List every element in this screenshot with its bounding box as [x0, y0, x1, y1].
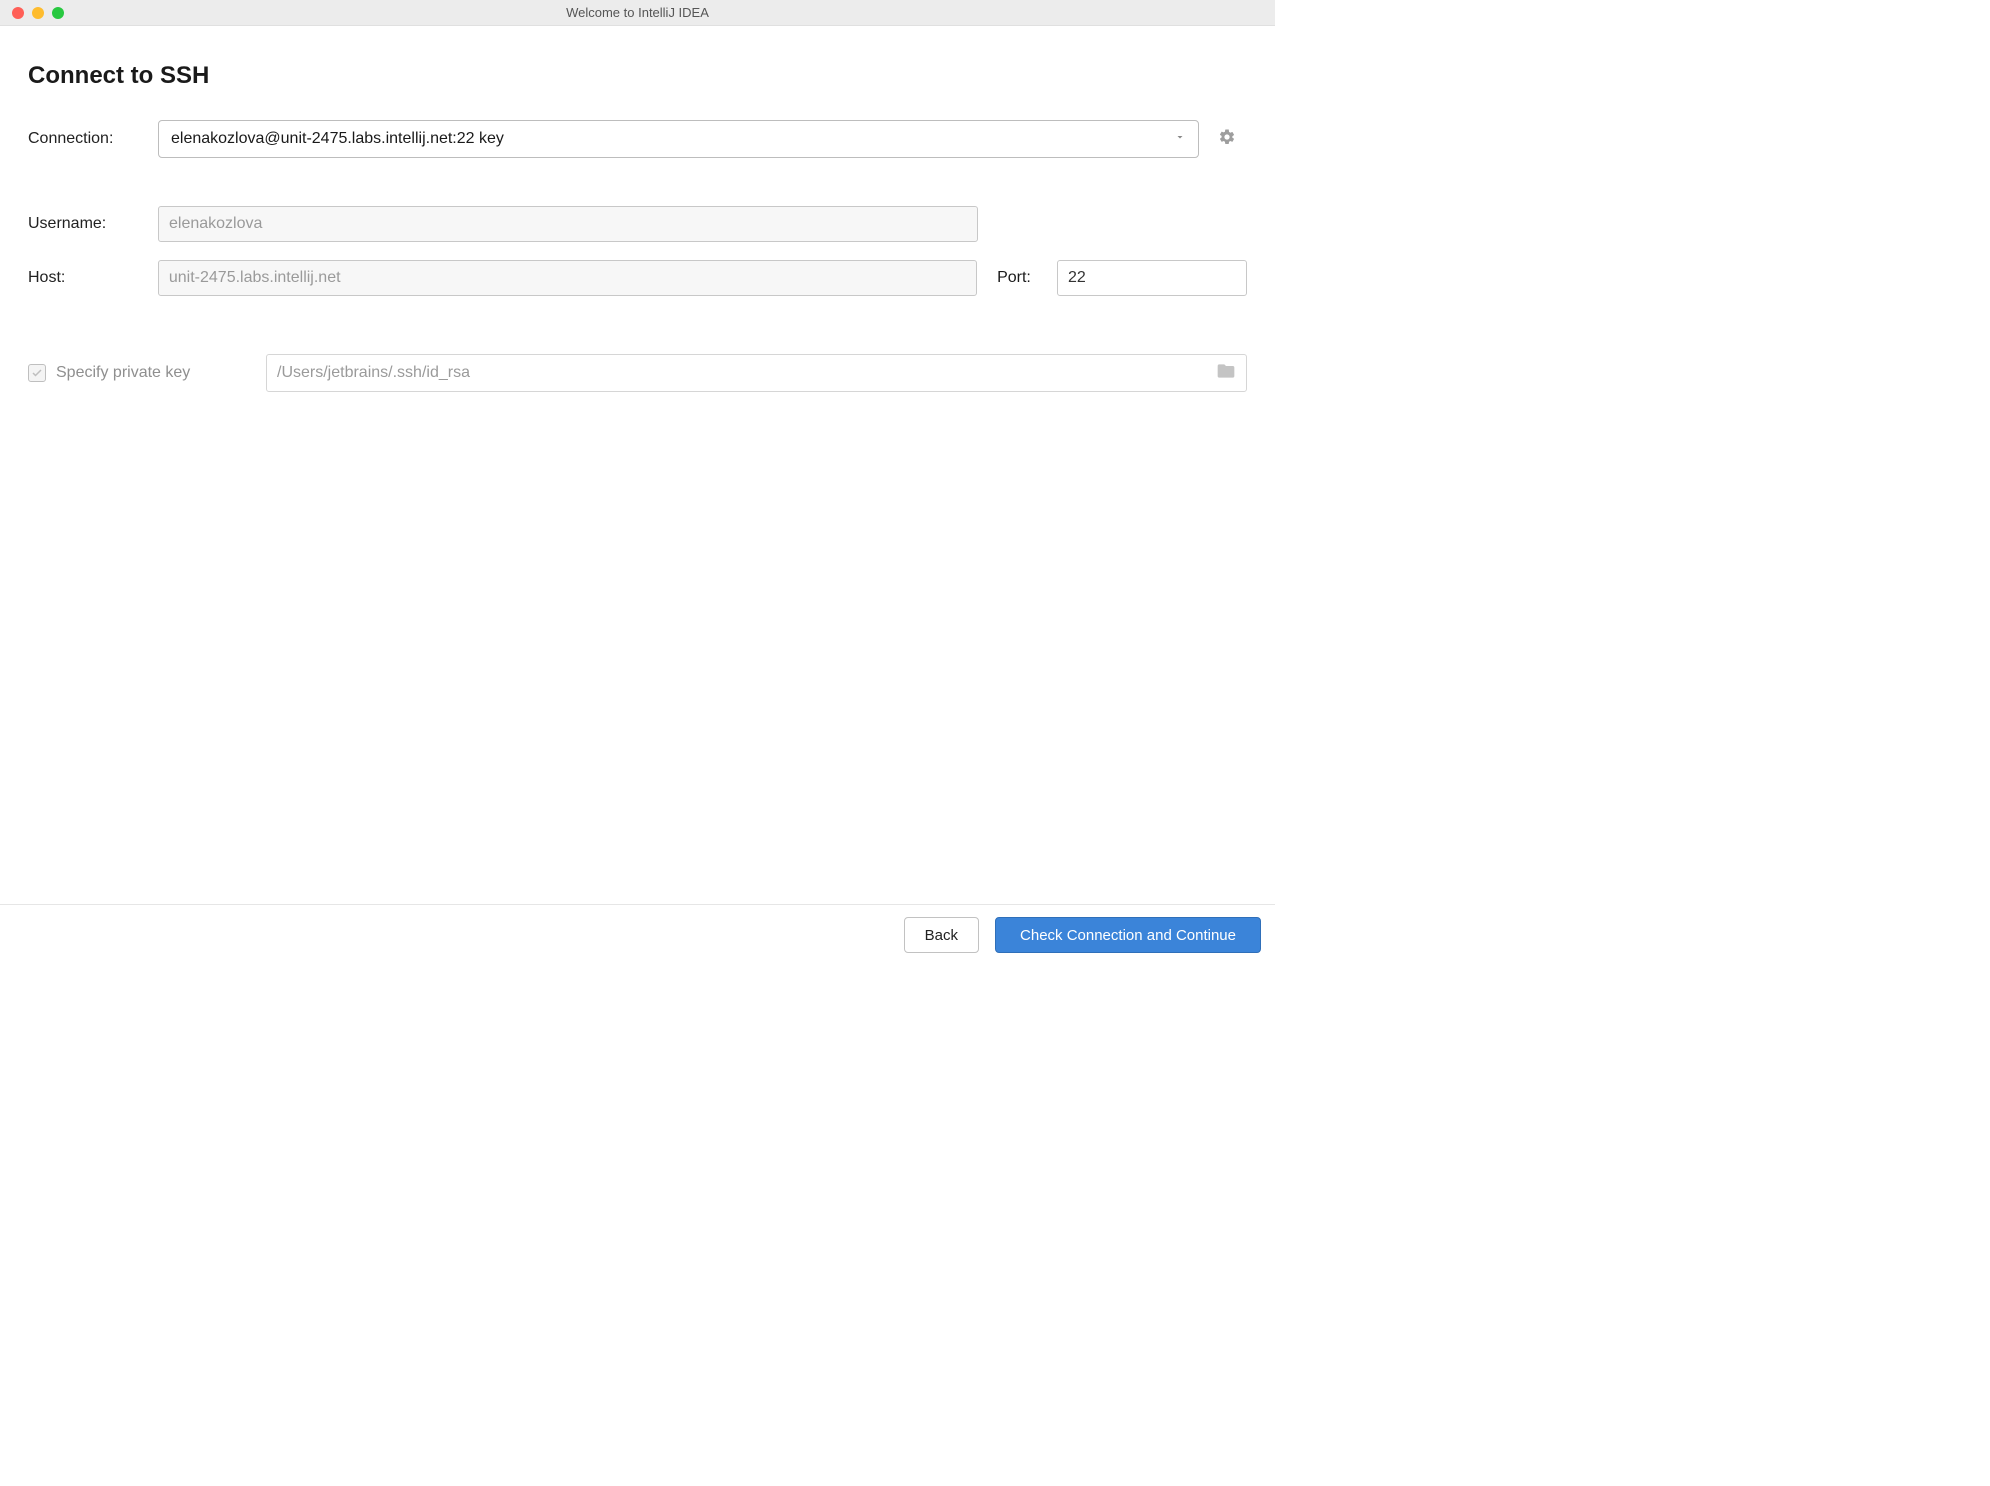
port-input[interactable]	[1057, 260, 1247, 296]
window-maximize-button[interactable]	[52, 7, 64, 19]
footer-buttons: Back Check Connection and Continue	[0, 904, 1275, 953]
window-close-button[interactable]	[12, 7, 24, 19]
connection-label: Connection:	[28, 130, 158, 148]
page-title: Connect to SSH	[28, 62, 1247, 90]
host-label: Host:	[28, 269, 158, 287]
private-key-label: Specify private key	[56, 364, 266, 382]
port-label: Port:	[997, 269, 1057, 287]
private-key-path-input[interactable]: /Users/jetbrains/.ssh/id_rsa	[266, 354, 1247, 392]
window-titlebar: Welcome to IntelliJ IDEA	[0, 0, 1275, 26]
back-button[interactable]: Back	[904, 917, 979, 953]
gear-icon[interactable]	[1218, 128, 1236, 151]
chevron-down-icon	[1174, 130, 1186, 148]
window-title: Welcome to IntelliJ IDEA	[0, 5, 1275, 20]
connection-dropdown[interactable]: elenakozlova@unit-2475.labs.intellij.net…	[158, 120, 1199, 158]
private-key-checkbox[interactable]	[28, 364, 46, 382]
check-connection-button[interactable]: Check Connection and Continue	[995, 917, 1261, 953]
folder-icon[interactable]	[1216, 361, 1236, 386]
private-key-path-value: /Users/jetbrains/.ssh/id_rsa	[277, 364, 1216, 382]
connection-selected-value: elenakozlova@unit-2475.labs.intellij.net…	[171, 130, 504, 148]
host-input[interactable]	[158, 260, 977, 296]
username-label: Username:	[28, 215, 158, 233]
username-input[interactable]	[158, 206, 978, 242]
window-minimize-button[interactable]	[32, 7, 44, 19]
